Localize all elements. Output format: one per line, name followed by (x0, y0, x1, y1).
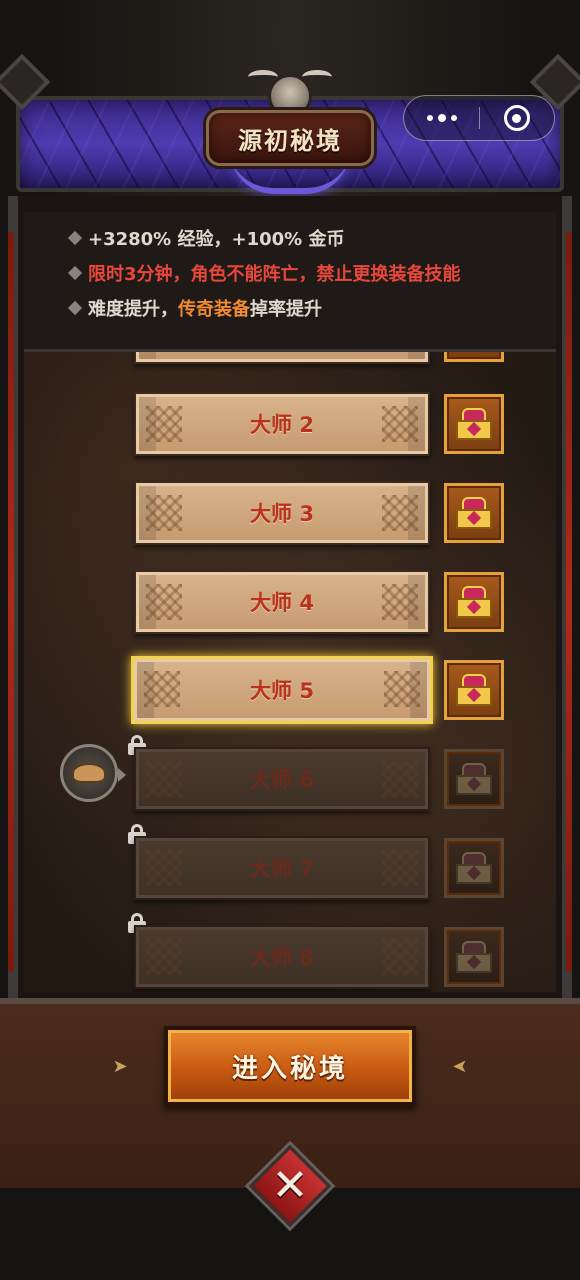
hat-icon (72, 763, 106, 783)
knot-ornament (146, 406, 182, 442)
level-button[interactable]: 大师 8 (134, 925, 430, 989)
level-row-selected: 大师 5 (24, 656, 556, 724)
arrow-left-icon: ➤ (452, 1056, 468, 1077)
knot-ornament (382, 406, 418, 442)
target-close-icon[interactable] (480, 96, 554, 140)
level-list[interactable]: 大师 2 大师 3 大师 4 大师 5 大师 6 大师 7 大师 8 (24, 352, 556, 992)
arrow-right-icon: ➤ (112, 1056, 128, 1077)
chest-icon[interactable] (444, 352, 504, 362)
level-row-locked: 大师 7 (24, 824, 556, 902)
chest-icon[interactable] (444, 394, 504, 454)
level-label: 大师 8 (250, 946, 314, 970)
miniprogram-capsule (403, 95, 555, 141)
level-button[interactable] (134, 352, 430, 364)
level-label: 大师 3 (250, 502, 314, 526)
player-avatar[interactable] (60, 744, 118, 802)
info-text: +3280% 经验，+100% 金币 (88, 229, 345, 250)
knot-ornament (382, 761, 418, 797)
chest-icon[interactable] (444, 838, 504, 898)
level-label: 大师 7 (250, 857, 314, 881)
enter-realm-button[interactable]: 进入秘境 (164, 1026, 416, 1106)
chest-icon[interactable] (444, 660, 504, 720)
info-text-highlight: 传奇装备 (178, 299, 250, 320)
info-text: 难度提升， (88, 299, 178, 320)
level-label: 大师 4 (250, 591, 314, 615)
level-row: 大师 4 (24, 570, 556, 636)
knot-ornament (146, 939, 182, 975)
level-row: 大师 2 (24, 392, 556, 458)
knot-ornament (146, 761, 182, 797)
frame-rail-right (566, 232, 572, 972)
info-text: 掉率提升 (250, 299, 322, 320)
level-button[interactable]: 大师 7 (134, 836, 430, 900)
chest-icon[interactable] (444, 483, 504, 543)
avatar-pointer (118, 768, 126, 782)
knot-ornament (382, 939, 418, 975)
level-label: 大师 5 (250, 679, 314, 703)
more-dots-icon[interactable] (404, 96, 479, 140)
info-text: 限时3分钟，角色不能阵亡，禁止更换装备技能 (88, 264, 461, 285)
level-row: 大师 3 (24, 481, 556, 547)
chest-icon[interactable] (444, 572, 504, 632)
knot-ornament (382, 850, 418, 886)
level-button[interactable]: 大师 4 (134, 570, 430, 634)
level-button[interactable]: 大师 5 (131, 656, 433, 724)
level-label: 大师 2 (250, 413, 314, 437)
info-line-rewards: +3280% 经验，+100% 金币 (66, 224, 344, 252)
knot-ornament (382, 584, 418, 620)
chest-icon[interactable] (444, 927, 504, 987)
level-row-locked: 大师 8 (24, 913, 556, 991)
level-button[interactable]: 大师 6 (134, 747, 430, 811)
knot-ornament (382, 495, 418, 531)
frame-rail-left (8, 232, 14, 972)
level-button[interactable]: 大师 3 (134, 481, 430, 545)
page-title: 源初秘境 (206, 110, 374, 166)
info-line-rules: 限时3分钟，角色不能阵亡，禁止更换装备技能 (66, 259, 461, 287)
knot-ornament (384, 671, 420, 707)
knot-ornament (146, 850, 182, 886)
info-line-difficulty: 难度提升， 传奇装备 掉率提升 (66, 294, 322, 322)
knot-ornament (146, 584, 182, 620)
chest-icon[interactable] (444, 749, 504, 809)
level-row-partial (24, 352, 556, 366)
knot-ornament (144, 671, 180, 707)
level-label: 大师 6 (250, 768, 314, 792)
knot-ornament (146, 495, 182, 531)
level-button[interactable]: 大师 2 (134, 392, 430, 456)
close-button[interactable]: ✕ (248, 1144, 332, 1228)
close-icon: ✕ (271, 1160, 309, 1211)
